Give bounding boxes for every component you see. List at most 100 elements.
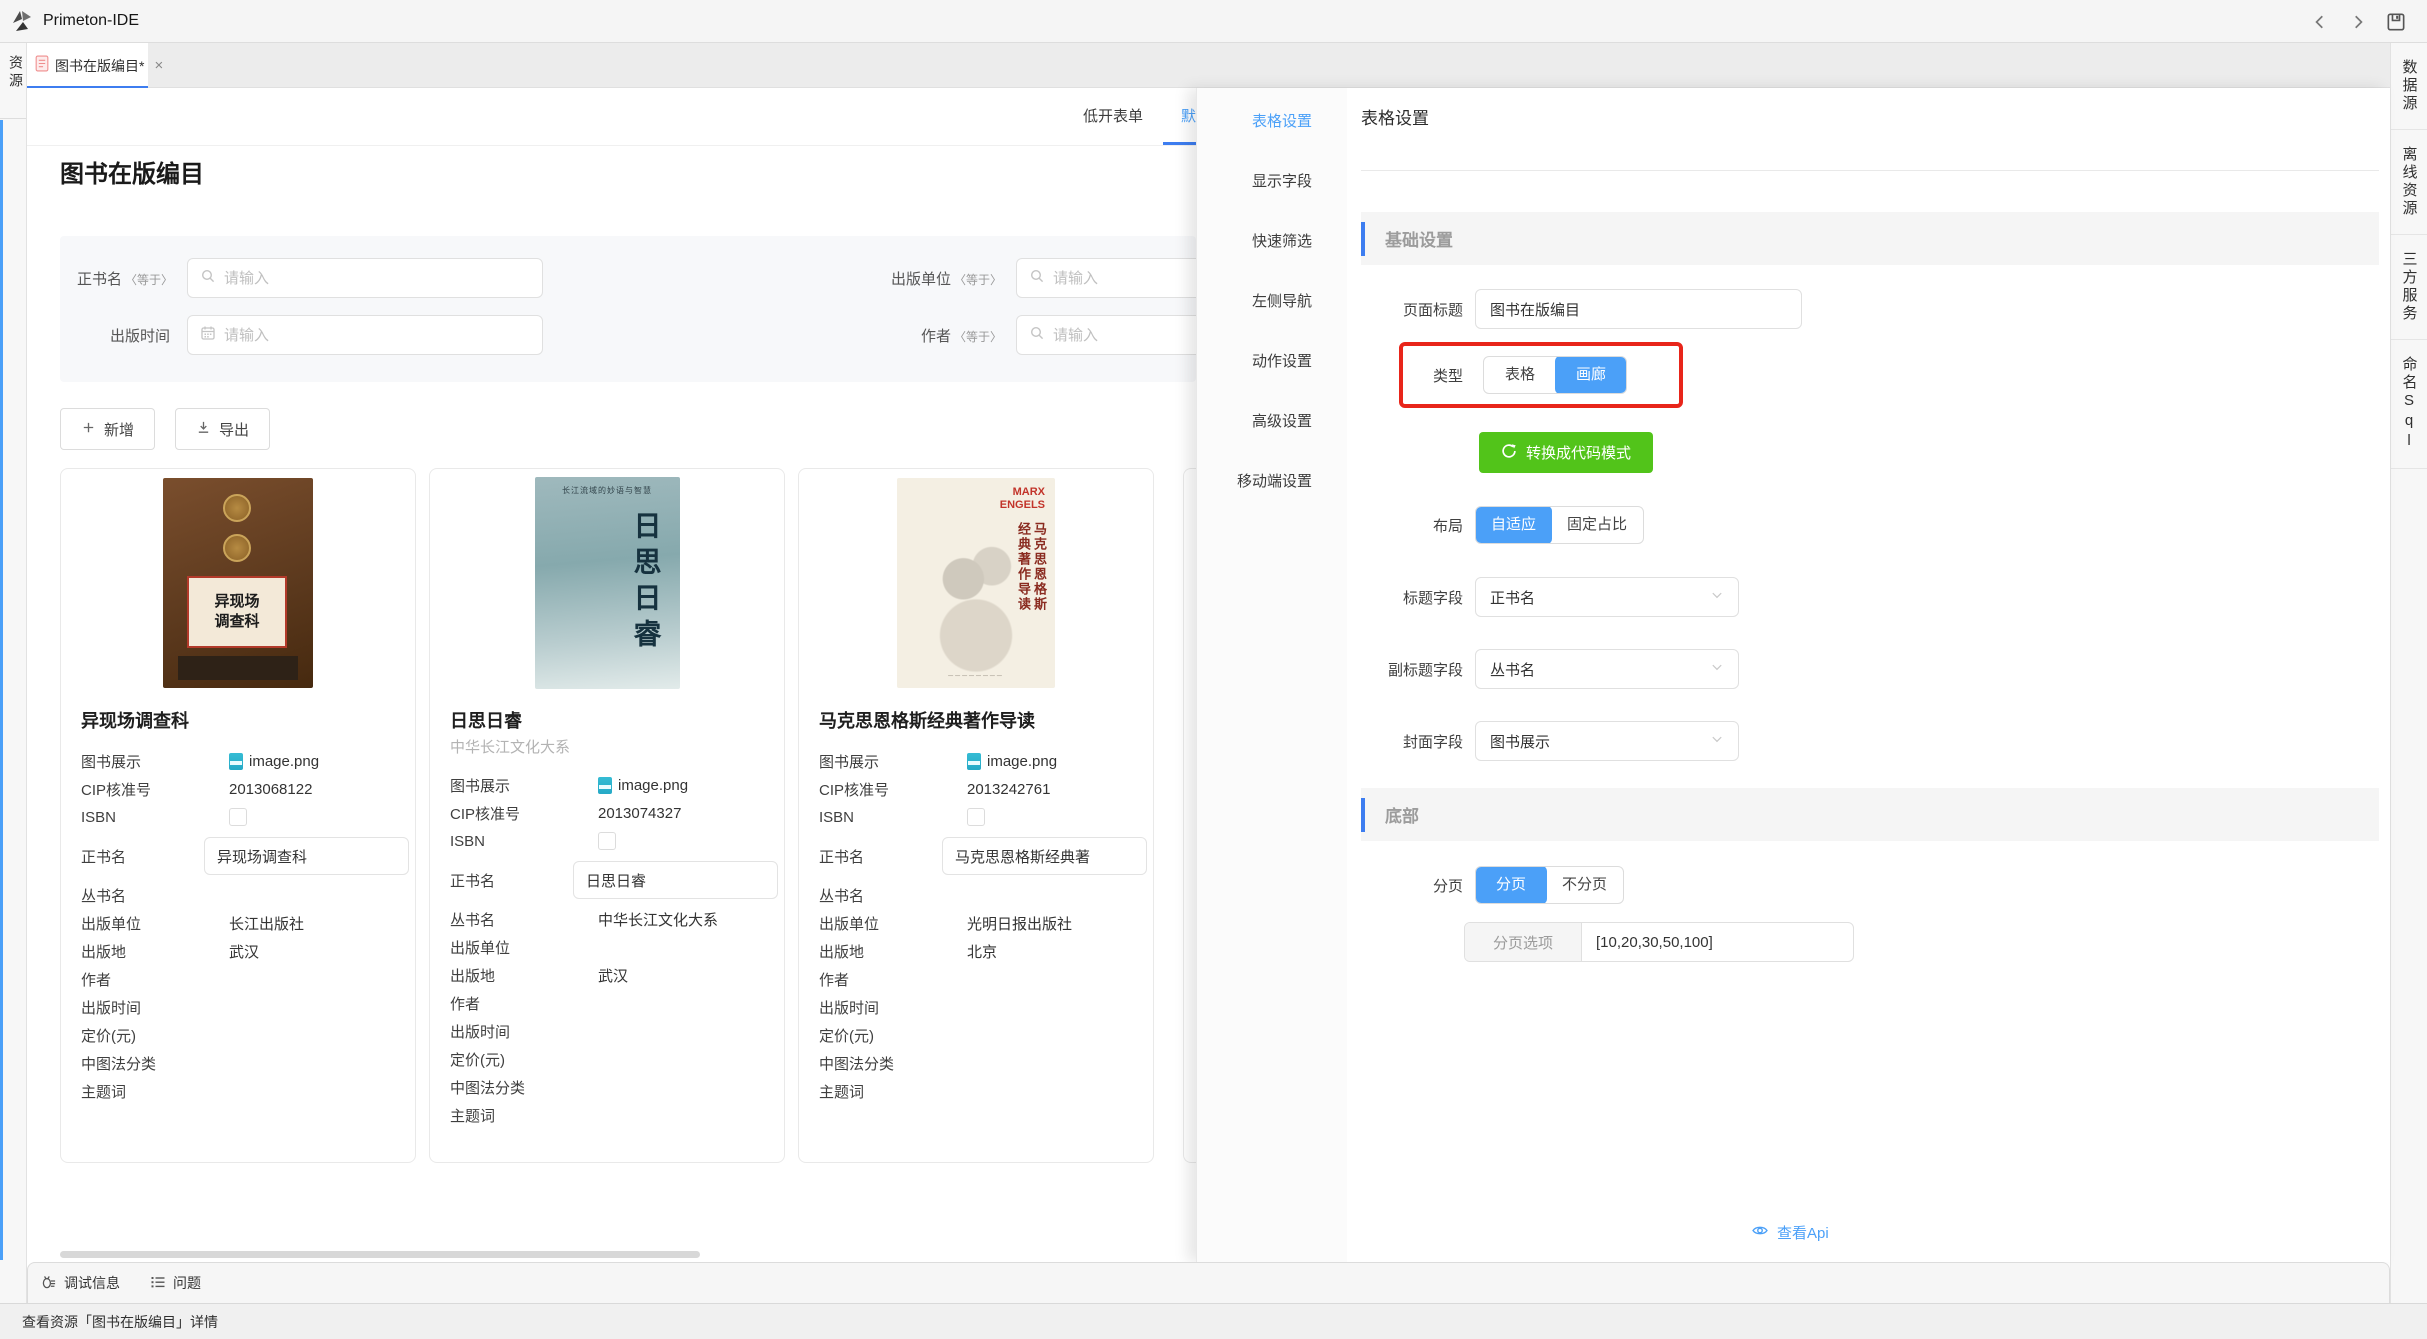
tab-book-cip[interactable]: 图书在版编目* × xyxy=(27,43,148,88)
cover-en-line: ENGELS xyxy=(1000,499,1045,512)
book-cover: MARXENGELS马克思恩格斯经典著作导读──────── xyxy=(799,469,1153,697)
cover-field-label: 封面字段 xyxy=(1347,731,1463,752)
image-file-icon xyxy=(229,753,243,770)
layout-option-adaptive[interactable]: 自适应 xyxy=(1475,506,1552,544)
list-icon xyxy=(150,1274,166,1293)
convert-to-code-button[interactable]: 转换成代码模式 xyxy=(1479,432,1653,473)
right-rail-item-2[interactable]: 离线资源 xyxy=(2391,130,2427,235)
book-title-input[interactable] xyxy=(942,837,1147,875)
debug-info-item[interactable]: 调试信息 xyxy=(40,1273,120,1293)
settings-menu-item-6[interactable]: 高级设置 xyxy=(1197,392,1347,452)
title-field-select[interactable]: 正书名 xyxy=(1475,577,1739,617)
cover-en-text: MARXENGELS xyxy=(1000,486,1045,512)
right-rail-item-3[interactable]: 三方服务 xyxy=(2391,235,2427,340)
book-cover-image: 异现场调查科 xyxy=(163,478,313,688)
field-label: 定价(元) xyxy=(819,1025,967,1046)
field-value: 2013068122 xyxy=(229,781,312,798)
paging-options-value[interactable]: [10,20,30,50,100] xyxy=(1582,923,1853,961)
search-input[interactable] xyxy=(187,315,543,355)
subtitle-field-label: 副标题字段 xyxy=(1347,659,1463,680)
eye-icon xyxy=(1751,1223,1769,1242)
settings-body: 表格设置 基础设置 页面标题 类型 表格 画廊 转换成代码模式 xyxy=(1347,88,2391,1262)
tab-close-icon[interactable]: × xyxy=(154,57,163,74)
isbn-checkbox[interactable] xyxy=(598,832,616,850)
settings-menu-item-3[interactable]: 快速筛选 xyxy=(1197,212,1347,272)
search-field-label: 出版时间 xyxy=(78,325,173,346)
problems-item[interactable]: 问题 xyxy=(150,1273,201,1293)
paging-option-unpaged[interactable]: 不分页 xyxy=(1546,867,1623,903)
cover-en-line: MARX xyxy=(1000,486,1045,499)
settings-menu-item-2[interactable]: 显示字段 xyxy=(1197,152,1347,212)
card-field-row: 出版地武汉 xyxy=(81,937,395,965)
isbn-checkbox[interactable] xyxy=(229,808,247,826)
type-row: 类型 表格 画廊 xyxy=(1347,354,1627,396)
right-rail-item-1[interactable]: 数据源 xyxy=(2391,43,2427,130)
add-button[interactable]: 新增 xyxy=(60,408,155,450)
left-rail-resources[interactable]: 资源 xyxy=(0,55,26,91)
layout-option-fixed[interactable]: 固定占比 xyxy=(1551,507,1643,543)
view-tabs-row: 低开表单 默 xyxy=(27,88,1196,146)
search-field-3: 出版单位〈等于〉 xyxy=(720,258,1196,298)
book-card-body: 异现场调查科图书展示image.pngCIP核准号2013068122ISBN正… xyxy=(61,707,415,1105)
book-title: 日思日睿 xyxy=(450,707,764,733)
type-option-table[interactable]: 表格 xyxy=(1484,357,1556,393)
field-label: 出版单位 xyxy=(450,937,598,958)
card-field-row: 出版单位 xyxy=(450,933,764,961)
isbn-checkbox[interactable] xyxy=(967,808,985,826)
view-api-link[interactable]: 查看Api xyxy=(1751,1222,1829,1243)
page-title-input[interactable] xyxy=(1475,289,1802,329)
paging-option-paged[interactable]: 分页 xyxy=(1475,866,1547,904)
field-label: 出版地 xyxy=(450,965,598,986)
right-rail-item-label: 数据源 xyxy=(2399,59,2420,113)
subtitle-field-select[interactable]: 丛书名 xyxy=(1475,649,1739,689)
search-input-field[interactable] xyxy=(1053,270,1196,287)
ide-window: Primeton-IDE 图书在版编目* × 资源 xyxy=(0,0,2427,1339)
search-input[interactable] xyxy=(1016,315,1196,355)
field-value: 长江出版社 xyxy=(229,913,304,934)
search-icon xyxy=(1029,268,1045,289)
search-input-field[interactable] xyxy=(224,270,542,287)
cover-seal xyxy=(223,534,251,562)
card-field-row: 出版时间 xyxy=(819,993,1133,1021)
book-card-body: 日思日睿中华长江文化大系图书展示image.pngCIP核准号201307432… xyxy=(430,707,784,1129)
settings-menu-item-5[interactable]: 动作设置 xyxy=(1197,332,1347,392)
card-field-row: 中图法分类 xyxy=(819,1049,1133,1077)
search-input[interactable] xyxy=(1016,258,1196,298)
search-icon xyxy=(1029,325,1045,346)
right-rail-item-label: 命名Sql xyxy=(2399,356,2420,452)
right-rail-item-4[interactable]: 命名Sql xyxy=(2391,340,2427,469)
file-link[interactable]: image.png xyxy=(598,777,688,794)
horizontal-scrollbar[interactable] xyxy=(60,1251,700,1258)
search-input-field[interactable] xyxy=(1053,327,1196,344)
book-card: 异现场调查科异现场调查科图书展示image.pngCIP核准号201306812… xyxy=(60,468,416,1163)
export-button[interactable]: 导出 xyxy=(175,408,270,450)
cover-field-select[interactable]: 图书展示 xyxy=(1475,721,1739,761)
book-card: 长江流域的妙语与智慧日思日睿日思日睿中华长江文化大系图书展示image.pngC… xyxy=(429,468,785,1163)
tab-default-view-partial[interactable]: 默 xyxy=(1181,88,1196,146)
save-icon[interactable] xyxy=(2385,11,2407,33)
title-bar: Primeton-IDE xyxy=(0,0,2427,43)
file-link[interactable]: image.png xyxy=(967,753,1057,770)
nav-back-icon[interactable] xyxy=(2309,11,2331,33)
tab-low-code-form[interactable]: 低开表单 xyxy=(1043,88,1183,146)
field-label: 出版时间 xyxy=(81,997,229,1018)
field-label: 正书名 xyxy=(81,846,204,867)
field-label: 图书展示 xyxy=(81,751,229,772)
page-title: 图书在版编目 xyxy=(60,154,204,189)
bug-icon xyxy=(40,1273,57,1293)
settings-menu-item-1[interactable]: 表格设置 xyxy=(1197,92,1347,152)
type-option-gallery[interactable]: 画廊 xyxy=(1555,356,1627,394)
card-field-row: 正书名 xyxy=(81,831,395,881)
nav-forward-icon[interactable] xyxy=(2347,11,2369,33)
card-field-row: ISBN xyxy=(81,803,395,831)
file-link[interactable]: image.png xyxy=(229,753,319,770)
field-label: 正书名 xyxy=(450,870,573,891)
settings-menu-item-4[interactable]: 左侧导航 xyxy=(1197,272,1347,332)
search-input-field[interactable] xyxy=(224,327,542,344)
cover-field-row: 封面字段 图书展示 xyxy=(1347,720,1739,762)
book-title-input[interactable] xyxy=(573,861,778,899)
field-label: 出版地 xyxy=(81,941,229,962)
search-input[interactable] xyxy=(187,258,543,298)
settings-menu-item-7[interactable]: 移动端设置 xyxy=(1197,452,1347,512)
book-title-input[interactable] xyxy=(204,837,409,875)
